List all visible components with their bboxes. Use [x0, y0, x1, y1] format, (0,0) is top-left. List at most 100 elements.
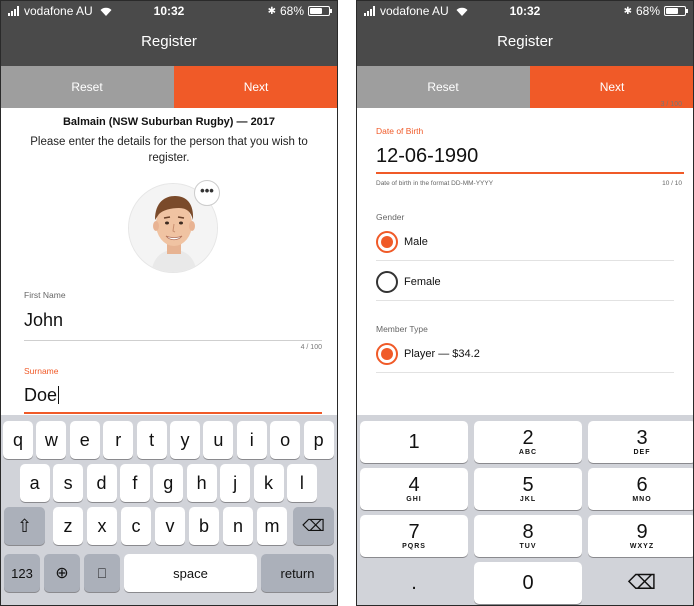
numpad-digit: 0: [522, 572, 534, 594]
gender-option-label: Female: [404, 275, 441, 288]
first-name-input[interactable]: John: [24, 310, 63, 331]
keyboard-key[interactable]: g: [153, 464, 184, 502]
numpad-letters: TUV: [519, 543, 537, 550]
next-button[interactable]: Next: [174, 66, 338, 108]
keyboard-key[interactable]: n: [223, 507, 253, 545]
keyboard-key[interactable]: d: [86, 464, 117, 502]
numpad-letters: DEF: [633, 449, 651, 456]
keyboard-key[interactable]: o: [270, 421, 301, 459]
nav-title: Register: [356, 22, 694, 66]
keyboard-key[interactable]: w: [36, 421, 67, 459]
member-type-label: Member Type: [376, 324, 428, 334]
numpad-key[interactable]: 8 TUV: [474, 515, 582, 557]
numpad-letters: GHI: [406, 496, 422, 503]
radio-selected-icon: [376, 342, 398, 365]
keyboard: ⇧ ⌫ 123 ⊕ ⎕ space return qwertyuiop asdfg…: [0, 415, 338, 606]
keyboard-key[interactable]: s: [53, 464, 84, 502]
reset-button[interactable]: Reset: [356, 66, 531, 108]
keyboard-key[interactable]: e: [69, 421, 100, 459]
surname-input[interactable]: Doe: [24, 385, 60, 406]
numpad-key[interactable]: 1: [360, 421, 468, 463]
keyboard-key[interactable]: a: [19, 464, 50, 502]
numbers-key[interactable]: 123: [4, 554, 40, 592]
keyboard-key[interactable]: m: [257, 507, 287, 545]
keyboard-key[interactable]: k: [253, 464, 284, 502]
radio-selected-icon: [376, 230, 398, 253]
numpad-letters: ABC: [518, 449, 538, 456]
numpad-key[interactable]: 0: [474, 562, 582, 604]
gender-option-male[interactable]: Male: [376, 223, 674, 261]
numpad-key[interactable]: 3 DEF: [588, 421, 694, 463]
numpad-key[interactable]: 7 PQRS: [360, 515, 468, 557]
text-caret: [58, 386, 60, 404]
keyboard-key[interactable]: b: [189, 507, 219, 545]
keyboard-key[interactable]: z: [53, 507, 83, 545]
numpad-key[interactable]: .: [360, 562, 468, 604]
action-bar: Reset Next: [0, 66, 338, 108]
numpad-backspace-key[interactable]: ⌫: [588, 562, 694, 604]
keyboard-key[interactable]: q: [3, 421, 33, 459]
bluetooth-icon: ✱: [267, 5, 276, 17]
nav-title: Register: [0, 22, 338, 66]
shift-key[interactable]: ⇧: [4, 507, 45, 545]
gender-option-female[interactable]: Female: [376, 263, 674, 301]
keyboard-key[interactable]: u: [203, 421, 234, 459]
numpad-key[interactable]: 6 MNO: [588, 468, 694, 510]
battery-percent: 68%: [635, 4, 660, 18]
member-type-option-player[interactable]: Player — $34.2: [376, 335, 674, 373]
battery-icon: [308, 6, 332, 16]
numpad-digit: ⌫: [627, 572, 657, 594]
keyboard-key[interactable]: x: [87, 507, 117, 545]
numpad-key[interactable]: 9 WXYZ: [588, 515, 694, 557]
first-name-underline: [24, 340, 322, 341]
gender-label: Gender: [376, 212, 405, 222]
dob-label: Date of Birth: [376, 126, 424, 136]
numpad-letters: WXYZ: [629, 543, 655, 550]
keyboard-key[interactable]: v: [155, 507, 185, 545]
numpad-letters: JKL: [519, 496, 537, 503]
keyboard-key[interactable]: f: [119, 464, 150, 502]
numpad-key[interactable]: 5 JKL: [474, 468, 582, 510]
microphone-key[interactable]: ⎕: [84, 554, 120, 592]
battery-fill: [666, 8, 678, 14]
numpad-letters: MNO: [632, 496, 652, 503]
keyboard-key[interactable]: r: [103, 421, 134, 459]
numpad-key[interactable]: 2 ABC: [474, 421, 582, 463]
keyboard-key[interactable]: i: [236, 421, 267, 459]
globe-key[interactable]: ⊕: [44, 554, 80, 592]
numeric-keypad: 1 2 ABC 3 DEF 4 GHI 5 JKL 6 MNO 7 PQRS 8 TUV 9 WXYZ. 0 ⌫: [356, 415, 694, 606]
space-key[interactable]: space: [124, 554, 257, 592]
previous-field-counter: 3 / 100: [660, 101, 682, 108]
keyboard-key[interactable]: y: [170, 421, 200, 459]
keyboard-key[interactable]: l: [286, 464, 317, 502]
intro-text: Please enter the details for the person …: [30, 136, 308, 164]
numpad-letters: PQRS: [402, 543, 426, 550]
backspace-key[interactable]: ⌫: [293, 507, 334, 545]
status-right: ✱ 68%: [623, 4, 688, 18]
numpad-key[interactable]: 4 GHI: [360, 468, 468, 510]
numpad-digit: 1: [408, 431, 420, 453]
avatar-more-button[interactable]: •••: [194, 180, 220, 206]
battery-fill: [310, 8, 322, 14]
bluetooth-icon: ✱: [623, 5, 632, 17]
dob-counter: 10 / 10: [662, 180, 682, 187]
gender-option-label: Male: [404, 235, 428, 248]
keyboard-key[interactable]: p: [303, 421, 334, 459]
status-bar: vodafone AU 10:32 ✱ 68%: [356, 0, 694, 22]
numpad-digit: 7: [408, 521, 420, 543]
reset-button[interactable]: Reset: [0, 66, 175, 108]
keyboard-key[interactable]: h: [186, 464, 217, 502]
numpad-digit: 2: [522, 427, 534, 449]
keyboard-key[interactable]: j: [220, 464, 251, 502]
surname-value: Doe: [24, 385, 58, 405]
first-name-label: First Name: [24, 290, 66, 300]
screenshot-gap: [338, 0, 356, 606]
dob-underline: [376, 172, 684, 174]
battery-icon: [664, 6, 688, 16]
keyboard-key[interactable]: c: [121, 507, 151, 545]
keyboard-key[interactable]: t: [136, 421, 167, 459]
dob-input[interactable]: 12-06-1990: [376, 145, 478, 168]
first-name-counter: 4 / 100: [300, 344, 322, 351]
organisation-title: Balmain (NSW Suburban Rugby) — 2017: [62, 116, 276, 128]
return-key[interactable]: return: [261, 554, 334, 592]
